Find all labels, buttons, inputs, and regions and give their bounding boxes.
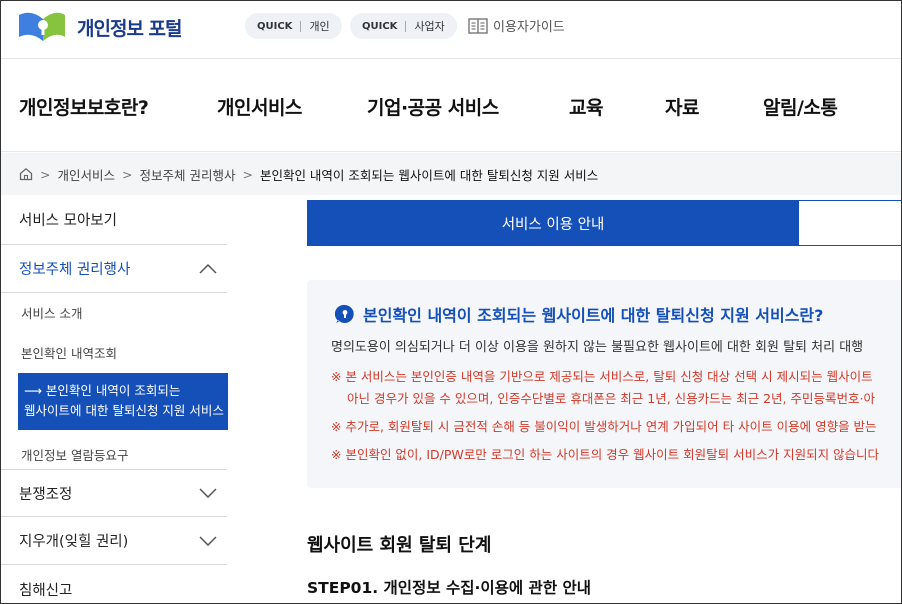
gnb-resources[interactable]: 자료 bbox=[665, 93, 699, 120]
gnb-education[interactable]: 교육 bbox=[569, 93, 603, 120]
side-item-label: 지우개(잊힐 권리) bbox=[19, 534, 129, 550]
chevron-right-icon: > bbox=[242, 166, 253, 182]
gnb-notice[interactable]: 알림/소통 bbox=[763, 93, 838, 120]
tab-service-guide[interactable]: 서비스 이용 안내 bbox=[307, 200, 799, 246]
tab-bar: 서비스 이용 안내 bbox=[307, 200, 901, 246]
service-info-box: 본인확인 내역이 조회되는 웹사이트에 대한 탈퇴신청 지원 서비스란? 명의도… bbox=[307, 280, 901, 488]
side-item-label: 서비스 모아보기 bbox=[19, 213, 117, 229]
info-note-1a: ※ 본 서비스는 본인인증 내역을 기반으로 제공되는 서비스로, 탈퇴 신청 … bbox=[331, 369, 873, 384]
side-item-report[interactable]: 침해신고 bbox=[1, 565, 227, 603]
side-item-label: 침해신고 bbox=[19, 582, 73, 599]
chevron-right-icon: > bbox=[40, 166, 51, 182]
gnb-personal-service[interactable]: 개인서비스 bbox=[216, 93, 303, 122]
info-note-3: ※ 본인확인 없이, ID/PW로만 로그인 하는 사이트의 경우 웹사이트 회… bbox=[331, 447, 880, 462]
side-sub-withdrawal-active[interactable]: ⟶ 본인확인 내역이 조회되는 웹사이트에 대한 탈퇴신청 지원 서비스 bbox=[18, 373, 228, 430]
side-navigation: 서비스 모아보기 정보주체 권리행사 서비스 소개 본인확인 내역조회 ⟶ 본인… bbox=[1, 195, 229, 603]
main-navigation: 개인정보보호란? 개인서비스 기업·공공 서비스 교육 자료 알림/소통 bbox=[1, 60, 901, 152]
breadcrumb: > 개인서비스 > 정보주체 권리행사 > 본인확인 내역이 조회되는 웹사이트… bbox=[1, 153, 901, 195]
quick-tag: QUICK bbox=[257, 20, 293, 32]
chevron-right-icon: > bbox=[122, 166, 133, 182]
breadcrumb-current: 본인확인 내역이 조회되는 웹사이트에 대한 탈퇴신청 지원 서비스 bbox=[259, 167, 599, 183]
info-note-2: ※ 추가로, 회원탈퇴 시 금전적 손해 등 불이익이 발생하거나 연계 가입되… bbox=[331, 419, 877, 434]
gnb-privacy-about[interactable]: 개인정보보호란? bbox=[19, 93, 149, 120]
book-icon bbox=[468, 17, 488, 34]
divider bbox=[300, 20, 302, 32]
arrow-right-icon: ⟶ bbox=[24, 383, 42, 398]
breadcrumb-item[interactable]: 개인서비스 bbox=[57, 165, 115, 184]
active-label-2: 웹사이트에 대한 탈퇴신청 지원 서비스 bbox=[24, 403, 224, 418]
side-sub-history[interactable]: 본인확인 내역조회 bbox=[1, 343, 227, 362]
tab-secondary[interactable] bbox=[799, 200, 901, 246]
breadcrumb-item[interactable]: 정보주체 권리행사 bbox=[139, 165, 235, 184]
logo-text: 개인정보 포털 bbox=[77, 17, 182, 40]
side-item-erase[interactable]: 지우개(잊힐 권리) bbox=[1, 517, 227, 565]
user-guide-link[interactable]: 이용자가이드 bbox=[468, 16, 565, 35]
side-item-label: 분쟁조정 bbox=[19, 486, 73, 503]
side-item-rights[interactable]: 정보주체 권리행사 bbox=[1, 245, 227, 293]
info-title-text: 본인확인 내역이 조회되는 웹사이트에 대한 탈퇴신청 지원 서비스란? bbox=[363, 306, 824, 325]
side-item-collect[interactable]: 서비스 모아보기 bbox=[1, 195, 227, 245]
section-title: 웹사이트 회원 탈퇴 단계 bbox=[307, 535, 492, 556]
side-item-label: 정보주체 권리행사 bbox=[19, 262, 131, 278]
quick-business-button[interactable]: QUICK 사업자 bbox=[350, 13, 457, 39]
active-line-1: ⟶ 본인확인 내역이 조회되는 bbox=[24, 381, 228, 401]
logo-mark-icon bbox=[17, 11, 67, 43]
site-logo[interactable]: 개인정보 포털 bbox=[17, 11, 182, 43]
active-label-1: 본인확인 내역이 조회되는 bbox=[45, 383, 181, 398]
guide-label: 이용자가이드 bbox=[493, 20, 565, 35]
side-item-dispute[interactable]: 분쟁조정 bbox=[1, 469, 227, 517]
quick-label: 개인 bbox=[309, 20, 330, 33]
home-icon[interactable] bbox=[19, 167, 33, 181]
top-bar: 개인정보 포털 QUICK 개인 QUICK 사업자 이용자가이드 bbox=[1, 1, 901, 59]
gnb-business-public[interactable]: 기업·공공 서비스 bbox=[367, 93, 499, 120]
info-note-1b: 아닌 경우가 있을 수 있으며, 인증수단별로 휴대폰은 최근 1년, 신용카드… bbox=[347, 391, 875, 406]
quick-label: 사업자 bbox=[414, 20, 445, 33]
info-title: 본인확인 내역이 조회되는 웹사이트에 대한 탈퇴신청 지원 서비스란? bbox=[335, 302, 823, 326]
step-title: STEP01. 개인정보 수집·이용에 관한 안내 bbox=[307, 579, 591, 597]
chevron-up-icon bbox=[199, 263, 217, 274]
chevron-down-icon bbox=[199, 488, 217, 498]
info-description: 명의도용이 의심되거나 더 이상 이용을 원하지 않는 불필요한 웹사이트에 대… bbox=[331, 340, 864, 355]
side-sub-intro[interactable]: 서비스 소개 bbox=[1, 303, 227, 322]
divider bbox=[405, 20, 407, 32]
browser-page: 개인정보 포털 QUICK 개인 QUICK 사업자 이용자가이드 개인정보보호… bbox=[0, 0, 902, 604]
quick-personal-button[interactable]: QUICK 개인 bbox=[245, 13, 342, 39]
side-sub-view-request[interactable]: 개인정보 열람등요구 bbox=[1, 445, 227, 464]
quick-tag: QUICK bbox=[362, 20, 398, 32]
lock-bubble-icon bbox=[335, 304, 354, 323]
chevron-down-icon bbox=[199, 535, 217, 546]
